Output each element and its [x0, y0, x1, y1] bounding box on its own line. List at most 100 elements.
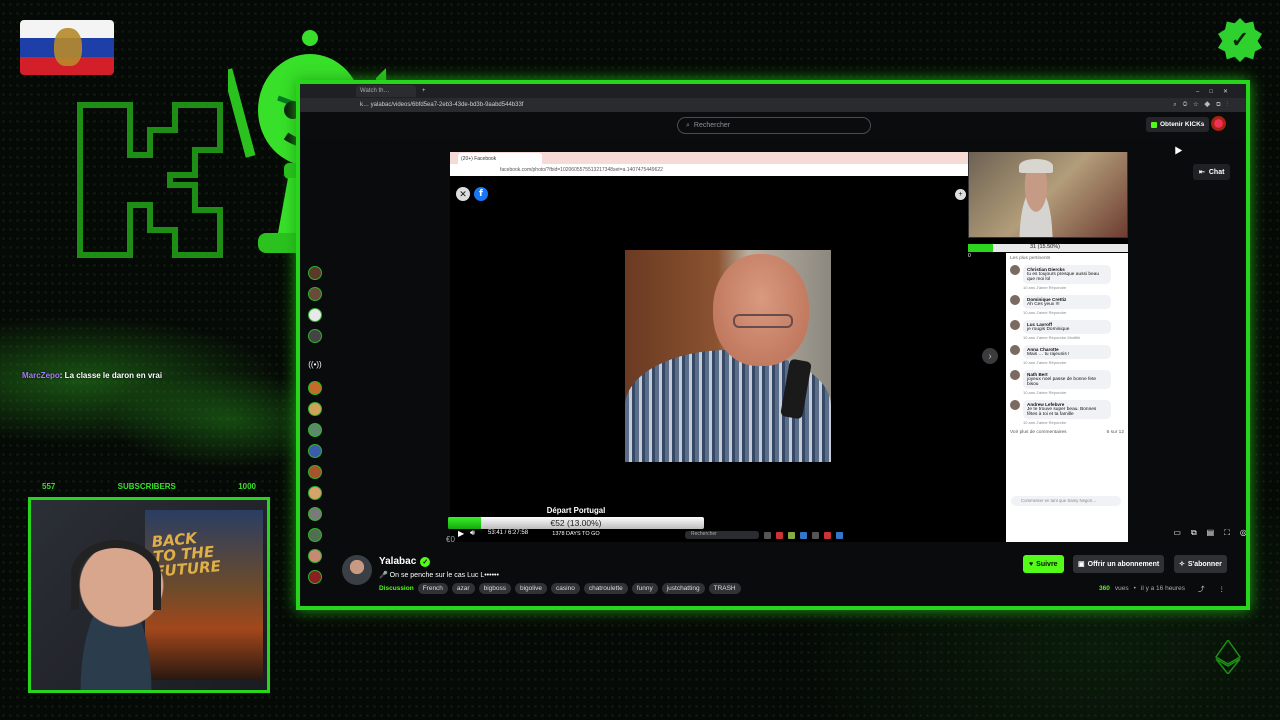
extension-icons[interactable]: ⌕◎☆◆⧉⋮	[1173, 102, 1246, 109]
share-more-icons[interactable]: ⤴⋮	[1198, 583, 1239, 593]
comment-item: Nath Bert joyeux noel passe de bonne fete…	[1010, 370, 1124, 395]
channel-avatar[interactable]	[308, 329, 322, 343]
video-player[interactable]: (20+) Facebook facebook.com/photo/?fbid=…	[450, 152, 1128, 542]
user-avatar[interactable]	[1211, 116, 1226, 131]
volume-icon[interactable]: 🔊︎	[470, 528, 484, 538]
taskbar-search: Rechercher	[685, 531, 759, 539]
play-icon[interactable]: ▶	[458, 529, 470, 538]
ethereum-icon	[1214, 640, 1242, 674]
channel-avatar[interactable]	[308, 381, 322, 395]
commenter-avatar	[1010, 400, 1020, 410]
tag-chip[interactable]: French	[417, 583, 448, 594]
chevron-right-icon: ›	[982, 348, 998, 364]
views-count: 360	[1099, 584, 1110, 592]
comment-text: tu es toujours presque aussi beau que mo…	[1027, 272, 1100, 282]
tag-chip[interactable]: azar	[451, 583, 475, 594]
comments-sort: Les plus pertinents	[1010, 256, 1051, 261]
tag-chip[interactable]: casino	[551, 583, 580, 594]
subscribe-button[interactable]: ✧ S'abonner	[1174, 555, 1227, 573]
sub-label: SUBSCRIBERS	[117, 481, 176, 491]
channel-avatar[interactable]	[308, 287, 322, 301]
comment-item: Dominique Crettiz Ah Ces yeux !!! 10 ans J…	[1010, 295, 1124, 315]
comment-item: Andrew Lefebvre Je te trouve super beau. …	[1010, 400, 1124, 425]
tag-chip[interactable]: justchatting	[661, 583, 705, 594]
more-comments-link: Voir plus de commentaires 6 sur 12	[1010, 430, 1124, 435]
heart-icon: ♥	[1029, 560, 1034, 568]
comment-text: Mais … tu rajeunis !	[1027, 352, 1070, 357]
overlay-chat-message: MarcZepo: La classe le daron en vrai	[22, 371, 162, 380]
star-icon: ✧	[1179, 561, 1185, 568]
browser-titlebar: Watch th… + –□✕	[300, 84, 1246, 98]
comment-text: je rougis Dominique	[1027, 327, 1070, 332]
comment-meta: 10 ans J'aime Répondre	[1023, 310, 1067, 315]
tag-chip[interactable]: bigboss	[478, 583, 511, 594]
stream-stage: ✓ MarcZepo: La classe le daron en vrai 5…	[0, 0, 1280, 720]
channel-avatar[interactable]	[308, 465, 322, 479]
comment-input: Commenter en tant que Samy Negon…	[1011, 496, 1121, 506]
follow-button[interactable]: ♥ Suivre	[1023, 555, 1064, 573]
mini-goal-label: 31 (15.50%)	[1030, 244, 1060, 250]
url-text[interactable]: k… yalabac/videos/6bfd5ea7-2eb3-43de-bd3…	[360, 102, 1173, 108]
channel-avatar[interactable]	[308, 486, 322, 500]
chat-label: Chat	[1208, 168, 1225, 176]
kick-header: ⌕ Rechercher Obtenir KICKs	[300, 112, 1246, 138]
chat-toggle-button[interactable]: ⇤ Chat	[1193, 164, 1231, 180]
commenter-avatar	[1010, 295, 1020, 305]
comment-text: Ah Ces yeux !!!	[1027, 302, 1060, 307]
tag-chip[interactable]: chatroulette	[583, 583, 628, 594]
comment-meta: 10 ans J'aime Répondre	[1023, 390, 1067, 395]
address-bar[interactable]: k… yalabac/videos/6bfd5ea7-2eb3-43de-bd3…	[300, 98, 1246, 112]
window-controls[interactable]: –□✕	[1196, 88, 1246, 95]
chat-text: : La classe le daron en vrai	[59, 371, 163, 380]
inner-taskbar: Rechercher	[685, 530, 925, 540]
channel-avatar[interactable]	[308, 528, 322, 542]
live-icon[interactable]: ((•))	[308, 360, 322, 374]
mini-goal-zero: 0	[968, 253, 971, 259]
comment-item: Anna Charotte Mais … tu rajeunis ! 10 ans …	[1010, 345, 1124, 365]
streamer-avatar[interactable]	[342, 555, 372, 585]
new-tab-icon[interactable]: +	[422, 88, 426, 94]
guest-webcam	[968, 152, 1128, 238]
comment-meta: 10 ans J'aime Répondre	[1023, 420, 1067, 425]
channel-avatar[interactable]	[308, 308, 322, 322]
comment-meta: 10 ans J'aime Répondre Modifié	[1023, 335, 1081, 340]
channel-avatar[interactable]	[308, 423, 322, 437]
tag-chip[interactable]: TRASH	[708, 583, 741, 594]
facebook-comments-panel: Les plus pertinents Christian Diercks tu …	[1006, 253, 1128, 542]
channel-avatar[interactable]	[308, 266, 322, 280]
comment-item: Luc Lavroff je rougis Dominique 10 ans J'a…	[1010, 320, 1124, 340]
channel-avatar[interactable]	[308, 402, 322, 416]
browser-tab[interactable]: Watch th…	[356, 85, 416, 97]
tag-chip[interactable]: funny	[631, 583, 658, 594]
kicks-icon	[1151, 121, 1157, 128]
sub-current: 557	[42, 481, 56, 491]
search-input[interactable]: ⌕ Rechercher	[677, 117, 871, 134]
chat-username: MarcZepo	[22, 371, 60, 380]
facebook-icon: f	[474, 187, 488, 201]
gift-sub-button[interactable]: ▣ Offrir un abonnement	[1073, 555, 1165, 573]
get-kicks-button[interactable]: Obtenir KICKs	[1146, 117, 1210, 132]
mini-goal-progress: 31 (15.50%)	[968, 244, 1128, 252]
commenter-avatar	[1010, 320, 1020, 330]
channel-avatar[interactable]	[308, 507, 322, 521]
stream-age: il y a 16 heures	[1140, 584, 1185, 592]
player-right-controls[interactable]: ▭⧉▤⛶◎⚙	[1173, 528, 1246, 538]
headphones-icon	[71, 540, 161, 610]
gift-icon: ▣	[1078, 561, 1085, 568]
zoom-icon: +	[955, 189, 966, 200]
subscriber-goal-bar: 557 SUBSCRIBERS 1000	[30, 480, 268, 492]
player-time: 53:41 / 6:27:58	[488, 530, 529, 536]
get-kicks-label: Obtenir KICKs	[1160, 121, 1205, 128]
view-stats: 360 vues • il y a 16 heures ⤴⋮	[1099, 583, 1239, 594]
search-placeholder: Rechercher	[693, 122, 731, 129]
sub-goal: 1000	[238, 481, 256, 491]
channel-avatar[interactable]	[308, 570, 322, 584]
tag-chip[interactable]: bigolive	[514, 583, 548, 594]
channel-avatar[interactable]	[308, 444, 322, 458]
followed-channels-rail: ((•))	[305, 266, 325, 591]
close-icon: ✕	[456, 187, 470, 201]
streamer-name[interactable]: Yalabac ✓	[379, 556, 431, 567]
stream-tags: Discussion French azar bigboss bigolive casi…	[379, 583, 741, 594]
category-link[interactable]: Discussion	[379, 585, 414, 592]
channel-avatar[interactable]	[308, 549, 322, 563]
